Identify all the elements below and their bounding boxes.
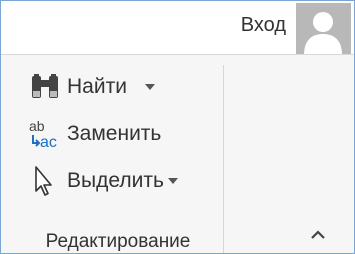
replace-ab-ac-icon: ab ac (27, 117, 63, 151)
find-dropdown-icon[interactable] (144, 84, 155, 90)
ribbon-panel: Найти ab ac Заменить Выделить Редактиров… (1, 54, 354, 253)
title-bar: Вход (1, 1, 354, 55)
sign-in-link[interactable]: Вход (241, 14, 286, 37)
arrow-pointer-icon (27, 164, 63, 198)
svg-text:ab: ab (29, 118, 45, 134)
chevron-up-icon (311, 230, 325, 239)
select-label: Выделить (67, 169, 164, 192)
find-button[interactable]: Найти (27, 67, 155, 107)
editing-group: Найти ab ac Заменить Выделить Редактиров… (13, 65, 224, 253)
svg-text:ac: ac (40, 134, 57, 151)
find-label: Найти (67, 75, 127, 98)
replace-label: Заменить (67, 122, 162, 145)
user-avatar-icon[interactable] (296, 3, 351, 55)
binoculars-icon (27, 70, 63, 104)
group-label: Редактирование (45, 231, 191, 252)
collapse-ribbon-button[interactable] (306, 225, 330, 245)
replace-button[interactable]: ab ac Заменить (27, 114, 161, 154)
select-button[interactable]: Выделить (27, 161, 178, 201)
select-dropdown-icon[interactable] (167, 178, 178, 184)
